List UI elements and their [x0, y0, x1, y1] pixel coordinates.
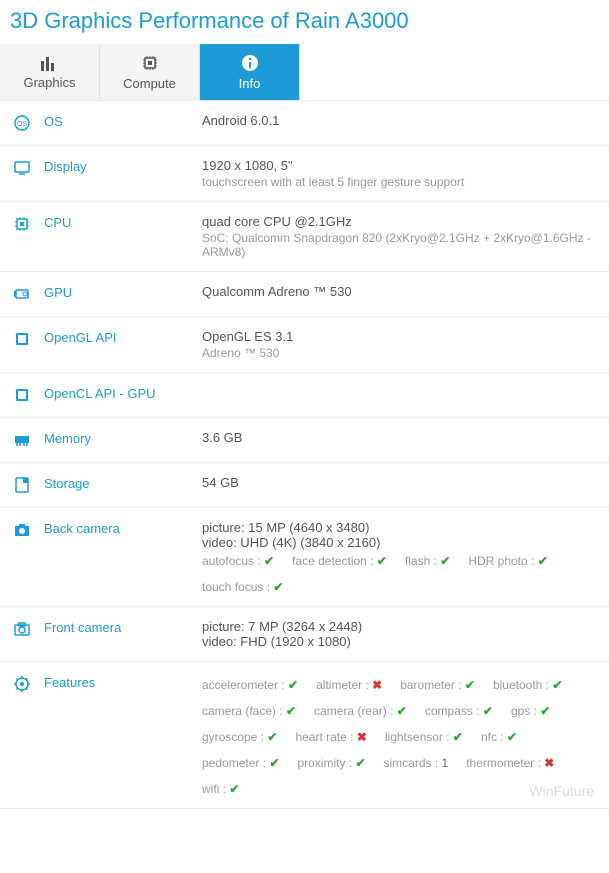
- tab-compute[interactable]: Compute: [100, 44, 200, 100]
- feature-list: accelerometer : ✔ altimeter : ✖ barometer …: [202, 678, 599, 796]
- spec-label: Display: [44, 158, 87, 174]
- spec-value-line: video: FHD (1920 x 1080): [202, 634, 599, 649]
- spec-value: 1920 x 1080, 5" touchscreen with at leas…: [202, 158, 599, 189]
- feature-list: autofocus : ✔ face detection : ✔ flash : ✔…: [202, 554, 599, 594]
- feature-item: simcards : 1: [384, 756, 449, 770]
- spec-value: picture: 7 MP (3264 x 2448) video: FHD (…: [202, 619, 599, 649]
- gpu-icon: [12, 284, 32, 304]
- chip-icon: [141, 54, 159, 72]
- feature-item: compass : ✔: [425, 704, 493, 718]
- feature-item: accelerometer : ✔: [202, 678, 298, 692]
- cpu-icon: [12, 214, 32, 234]
- spec-row-cpu: CPU quad core CPU @2.1GHz SoC: Qualcomm …: [0, 202, 609, 272]
- spec-value: 3.6 GB: [202, 430, 599, 450]
- feature-item: proximity : ✔: [297, 756, 365, 770]
- spec-value-line: picture: 7 MP (3264 x 2448): [202, 619, 599, 634]
- tab-info[interactable]: Info: [200, 44, 300, 100]
- bar-chart-icon: [40, 55, 60, 71]
- feature-item: flash : ✔: [405, 554, 450, 568]
- feature-item: gyroscope : ✔: [202, 730, 277, 744]
- api-icon: [12, 329, 32, 349]
- spec-label: Memory: [44, 430, 91, 446]
- tab-label: Compute: [123, 76, 176, 91]
- spec-value-sub: Adreno ™ 530: [202, 346, 599, 360]
- spec-label: OS: [44, 113, 63, 129]
- page-title: 3D Graphics Performance of Rain A3000: [0, 0, 609, 44]
- feature-item: altimeter : ✖: [316, 678, 382, 692]
- spec-label: Features: [44, 674, 95, 690]
- feature-item: barometer : ✔: [400, 678, 475, 692]
- spec-value-line: picture: 15 MP (4640 x 3480): [202, 520, 599, 535]
- spec-value: 54 GB: [202, 475, 599, 495]
- tab-label: Graphics: [23, 75, 75, 90]
- spec-row-opengl: OpenGL API OpenGL ES 3.1 Adreno ™ 530: [0, 317, 609, 373]
- storage-icon: [12, 475, 32, 495]
- gear-icon: [12, 674, 32, 694]
- spec-row-backcam: Back camera picture: 15 MP (4640 x 3480)…: [0, 508, 609, 607]
- tabs-bar: Graphics Compute Info: [0, 44, 609, 101]
- spec-row-os: OS OS Android 6.0.1: [0, 101, 609, 146]
- spec-value: [202, 385, 599, 405]
- feature-item: autofocus : ✔: [202, 554, 274, 568]
- memory-icon: [12, 430, 32, 450]
- spec-row-features: Features accelerometer : ✔ altimeter : ✖ b…: [0, 662, 609, 809]
- spec-value: OpenGL ES 3.1 Adreno ™ 530: [202, 329, 599, 360]
- spec-value: picture: 15 MP (4640 x 3480) video: UHD …: [202, 520, 599, 594]
- spec-row-gpu: GPU Qualcomm Adreno ™ 530: [0, 272, 609, 317]
- spec-row-storage: Storage 54 GB: [0, 463, 609, 508]
- spec-value-line: video: UHD (4K) (3840 x 2160): [202, 535, 599, 550]
- feature-item: camera (face) : ✔: [202, 704, 296, 718]
- spec-value: Android 6.0.1: [202, 113, 599, 133]
- spec-value: accelerometer : ✔ altimeter : ✖ barometer …: [202, 674, 599, 796]
- feature-item: heart rate : ✖: [295, 730, 366, 744]
- spec-value: Qualcomm Adreno ™ 530: [202, 284, 599, 304]
- feature-item: HDR photo : ✔: [468, 554, 547, 568]
- camera-icon: [12, 619, 32, 639]
- spec-label: OpenGL API: [44, 329, 117, 345]
- spec-row-frontcam: Front camera picture: 7 MP (3264 x 2448)…: [0, 607, 609, 662]
- feature-item: thermometer : ✖: [466, 756, 554, 770]
- spec-value-sub: touchscreen with at least 5 finger gestu…: [202, 175, 599, 189]
- os-icon: OS: [12, 113, 32, 133]
- feature-item: nfc : ✔: [481, 730, 517, 744]
- spec-value-main: OpenGL ES 3.1: [202, 329, 599, 344]
- spec-label: Storage: [44, 475, 90, 491]
- spec-label: GPU: [44, 284, 72, 300]
- spec-row-display: Display 1920 x 1080, 5" touchscreen with…: [0, 146, 609, 202]
- spec-label: CPU: [44, 214, 71, 230]
- feature-item: bluetooth : ✔: [493, 678, 562, 692]
- spec-label: Front camera: [44, 619, 121, 635]
- feature-item: lightsensor : ✔: [385, 730, 463, 744]
- spec-value-main: quad core CPU @2.1GHz: [202, 214, 599, 229]
- spec-label: OpenCL API - GPU: [44, 385, 156, 401]
- feature-item: gps : ✔: [511, 704, 550, 718]
- svg-text:OS: OS: [17, 121, 27, 128]
- tab-graphics[interactable]: Graphics: [0, 44, 100, 100]
- tab-label: Info: [239, 76, 261, 91]
- feature-item: pedometer : ✔: [202, 756, 279, 770]
- display-icon: [12, 158, 32, 178]
- spec-row-memory: Memory 3.6 GB: [0, 418, 609, 463]
- feature-item: touch focus : ✔: [202, 580, 283, 594]
- spec-row-opencl: OpenCL API - GPU: [0, 373, 609, 418]
- api-icon: [12, 385, 32, 405]
- spec-value-main: 1920 x 1080, 5": [202, 158, 599, 173]
- spec-label: Back camera: [44, 520, 120, 536]
- feature-item: camera (rear) : ✔: [314, 704, 407, 718]
- spec-value-sub: SoC: Qualcomm Snapdragon 820 (2xKryo@2.1…: [202, 231, 599, 259]
- feature-item: wifi : ✔: [202, 782, 239, 796]
- camera-icon: [12, 520, 32, 540]
- spec-value: quad core CPU @2.1GHz SoC: Qualcomm Snap…: [202, 214, 599, 259]
- info-icon: [241, 54, 259, 72]
- feature-item: face detection : ✔: [292, 554, 387, 568]
